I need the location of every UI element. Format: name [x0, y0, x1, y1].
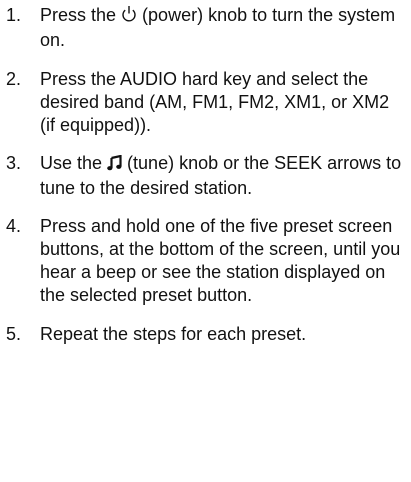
step-text: Press the AUDIO hard key and select the …	[40, 69, 390, 135]
step-number: 2.	[6, 69, 22, 89]
step-1: 1. Press the (power) knob to turn the sy…	[6, 4, 406, 52]
instruction-list: 1. Press the (power) knob to turn the sy…	[6, 0, 406, 346]
step-text-start: Use the	[40, 153, 108, 173]
power-icon	[121, 5, 137, 29]
music-note-icon	[107, 154, 122, 177]
step-number: 3.	[6, 153, 22, 173]
step-number: 1.	[6, 5, 22, 25]
page: 1. Press the (power) knob to turn the sy…	[0, 0, 411, 482]
step-text: Press and hold one of the five preset sc…	[40, 216, 401, 305]
step-text: Repeat the steps for each preset.	[40, 324, 307, 344]
step-text-start: Press the	[40, 5, 122, 25]
step-3: 3. Use the (tune) knob or the SEEK arrow…	[6, 152, 406, 200]
step-number: 4.	[6, 216, 22, 236]
step-number: 5.	[6, 324, 22, 344]
step-2: 2. Press the AUDIO hard key and select t…	[6, 68, 406, 137]
step-4: 4. Press and hold one of the five preset…	[6, 215, 406, 307]
step-5: 5. Repeat the steps for each preset.	[6, 323, 406, 346]
